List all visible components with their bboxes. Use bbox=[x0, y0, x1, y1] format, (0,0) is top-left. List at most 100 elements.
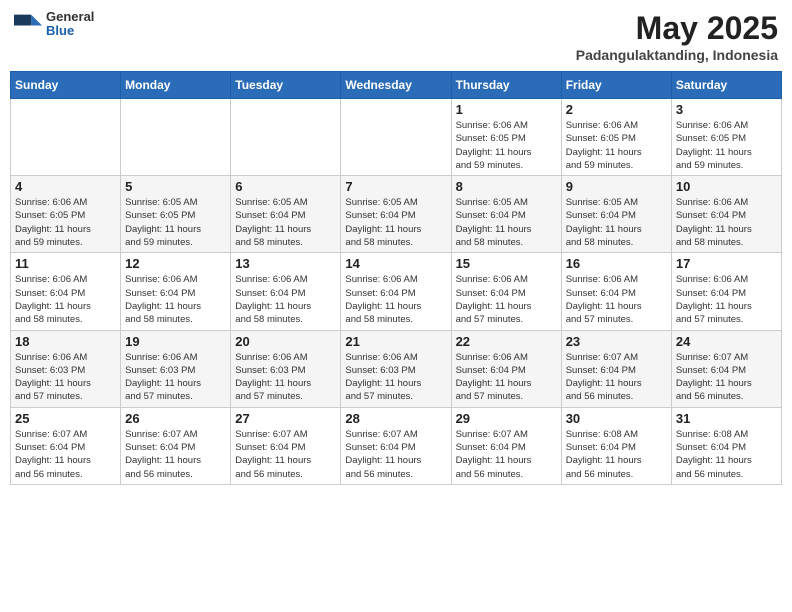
day-number: 23 bbox=[566, 334, 667, 349]
calendar-week-4: 18 Sunrise: 6:06 AMSunset: 6:03 PMDayligh… bbox=[11, 330, 782, 407]
day-number: 11 bbox=[15, 256, 116, 271]
calendar-week-3: 11 Sunrise: 6:06 AMSunset: 6:04 PMDayligh… bbox=[11, 253, 782, 330]
day-number: 18 bbox=[15, 334, 116, 349]
calendar-cell: 24Sunrise: 6:07 AMSunset: 6:04 PMDayligh… bbox=[671, 330, 781, 407]
day-number: 10 bbox=[676, 179, 777, 194]
day-number: 1 bbox=[456, 102, 557, 117]
weekday-header-sunday: Sunday bbox=[11, 72, 121, 99]
day-number: 31 bbox=[676, 411, 777, 426]
month-title: May 2025 bbox=[576, 10, 778, 47]
day-info: Sunrise: 6:06 AMSunset: 6:03 PMDaylight:… bbox=[125, 351, 226, 404]
calendar-cell bbox=[341, 99, 451, 176]
calendar-cell: 19 Sunrise: 6:06 AMSunset: 6:03 PMDayligh… bbox=[121, 330, 231, 407]
logo-blue-text: Blue bbox=[46, 24, 94, 38]
day-number: 27 bbox=[235, 411, 336, 426]
logo-text: General Blue bbox=[46, 10, 94, 39]
calendar-cell: 23 Sunrise: 6:07 AMSunset: 6:04 PMDayligh… bbox=[561, 330, 671, 407]
day-info: Sunrise: 6:07 AMSunset: 6:04 PMDaylight:… bbox=[676, 351, 777, 404]
calendar-cell: 11 Sunrise: 6:06 AMSunset: 6:04 PMDayligh… bbox=[11, 253, 121, 330]
calendar-week-2: 4 Sunrise: 6:06 AMSunset: 6:05 PMDaylight… bbox=[11, 176, 782, 253]
calendar-cell: 28Sunrise: 6:07 AMSunset: 6:04 PMDayligh… bbox=[341, 407, 451, 484]
day-number: 8 bbox=[456, 179, 557, 194]
day-info: Sunrise: 6:06 AMSunset: 6:04 PMDaylight:… bbox=[676, 196, 777, 249]
day-number: 16 bbox=[566, 256, 667, 271]
calendar-cell: 16Sunrise: 6:06 AMSunset: 6:04 PMDayligh… bbox=[561, 253, 671, 330]
calendar-cell: 29 Sunrise: 6:07 AMSunset: 6:04 PMDayligh… bbox=[451, 407, 561, 484]
day-info: Sunrise: 6:06 AMSunset: 6:05 PMDaylight:… bbox=[676, 119, 777, 172]
day-info: Sunrise: 6:06 AMSunset: 6:04 PMDaylight:… bbox=[676, 273, 777, 326]
day-number: 3 bbox=[676, 102, 777, 117]
day-info: Sunrise: 6:07 AMSunset: 6:04 PMDaylight:… bbox=[566, 351, 667, 404]
day-info: Sunrise: 6:05 AMSunset: 6:05 PMDaylight:… bbox=[125, 196, 226, 249]
weekday-header-saturday: Saturday bbox=[671, 72, 781, 99]
day-info: Sunrise: 6:05 AMSunset: 6:04 PMDaylight:… bbox=[456, 196, 557, 249]
day-number: 22 bbox=[456, 334, 557, 349]
day-info: Sunrise: 6:06 AMSunset: 6:04 PMDaylight:… bbox=[235, 273, 336, 326]
calendar-cell: 15Sunrise: 6:06 AMSunset: 6:04 PMDayligh… bbox=[451, 253, 561, 330]
day-number: 26 bbox=[125, 411, 226, 426]
day-number: 7 bbox=[345, 179, 446, 194]
day-number: 19 bbox=[125, 334, 226, 349]
calendar-cell: 26Sunrise: 6:07 AMSunset: 6:04 PMDayligh… bbox=[121, 407, 231, 484]
calendar-cell: 6Sunrise: 6:05 AMSunset: 6:04 PMDaylight… bbox=[231, 176, 341, 253]
calendar-cell: 20Sunrise: 6:06 AMSunset: 6:03 PMDayligh… bbox=[231, 330, 341, 407]
calendar-cell: 30Sunrise: 6:08 AMSunset: 6:04 PMDayligh… bbox=[561, 407, 671, 484]
day-info: Sunrise: 6:07 AMSunset: 6:04 PMDaylight:… bbox=[235, 428, 336, 481]
day-info: Sunrise: 6:06 AMSunset: 6:05 PMDaylight:… bbox=[456, 119, 557, 172]
day-info: Sunrise: 6:06 AMSunset: 6:04 PMDaylight:… bbox=[15, 273, 116, 326]
day-number: 17 bbox=[676, 256, 777, 271]
weekday-header-friday: Friday bbox=[561, 72, 671, 99]
calendar-cell: 12 Sunrise: 6:06 AMSunset: 6:04 PMDayligh… bbox=[121, 253, 231, 330]
calendar-cell bbox=[121, 99, 231, 176]
calendar-cell: 9 Sunrise: 6:05 AMSunset: 6:04 PMDaylight… bbox=[561, 176, 671, 253]
title-block: May 2025 Padangulaktanding, Indonesia bbox=[576, 10, 778, 63]
day-info: Sunrise: 6:07 AMSunset: 6:04 PMDaylight:… bbox=[15, 428, 116, 481]
calendar-cell: 3 Sunrise: 6:06 AMSunset: 6:05 PMDaylight… bbox=[671, 99, 781, 176]
calendar-cell: 22 Sunrise: 6:06 AMSunset: 6:04 PMDayligh… bbox=[451, 330, 561, 407]
day-info: Sunrise: 6:06 AMSunset: 6:05 PMDaylight:… bbox=[15, 196, 116, 249]
day-number: 13 bbox=[235, 256, 336, 271]
day-number: 21 bbox=[345, 334, 446, 349]
day-number: 28 bbox=[345, 411, 446, 426]
calendar-cell: 2Sunrise: 6:06 AMSunset: 6:05 PMDaylight… bbox=[561, 99, 671, 176]
calendar-week-5: 25 Sunrise: 6:07 AMSunset: 6:04 PMDayligh… bbox=[11, 407, 782, 484]
calendar-cell bbox=[11, 99, 121, 176]
calendar-cell: 4 Sunrise: 6:06 AMSunset: 6:05 PMDaylight… bbox=[11, 176, 121, 253]
weekday-header-row: SundayMondayTuesdayWednesdayThursdayFrid… bbox=[11, 72, 782, 99]
calendar-cell: 31Sunrise: 6:08 AMSunset: 6:04 PMDayligh… bbox=[671, 407, 781, 484]
calendar-cell: 8 Sunrise: 6:05 AMSunset: 6:04 PMDaylight… bbox=[451, 176, 561, 253]
calendar-cell: 10 Sunrise: 6:06 AMSunset: 6:04 PMDayligh… bbox=[671, 176, 781, 253]
calendar-cell: 7 Sunrise: 6:05 AMSunset: 6:04 PMDaylight… bbox=[341, 176, 451, 253]
day-number: 25 bbox=[15, 411, 116, 426]
day-number: 20 bbox=[235, 334, 336, 349]
day-info: Sunrise: 6:06 AMSunset: 6:04 PMDaylight:… bbox=[125, 273, 226, 326]
day-info: Sunrise: 6:05 AMSunset: 6:04 PMDaylight:… bbox=[566, 196, 667, 249]
day-info: Sunrise: 6:06 AMSunset: 6:04 PMDaylight:… bbox=[456, 351, 557, 404]
day-info: Sunrise: 6:06 AMSunset: 6:04 PMDaylight:… bbox=[345, 273, 446, 326]
day-number: 4 bbox=[15, 179, 116, 194]
day-number: 29 bbox=[456, 411, 557, 426]
calendar-week-1: 1 Sunrise: 6:06 AMSunset: 6:05 PMDaylight… bbox=[11, 99, 782, 176]
logo-icon bbox=[14, 10, 42, 38]
calendar-cell: 1 Sunrise: 6:06 AMSunset: 6:05 PMDaylight… bbox=[451, 99, 561, 176]
day-number: 12 bbox=[125, 256, 226, 271]
day-info: Sunrise: 6:06 AMSunset: 6:04 PMDaylight:… bbox=[456, 273, 557, 326]
day-number: 9 bbox=[566, 179, 667, 194]
weekday-header-monday: Monday bbox=[121, 72, 231, 99]
calendar-cell: 13 Sunrise: 6:06 AMSunset: 6:04 PMDayligh… bbox=[231, 253, 341, 330]
calendar-cell: 27 Sunrise: 6:07 AMSunset: 6:04 PMDayligh… bbox=[231, 407, 341, 484]
weekday-header-wednesday: Wednesday bbox=[341, 72, 451, 99]
day-info: Sunrise: 6:06 AMSunset: 6:03 PMDaylight:… bbox=[15, 351, 116, 404]
day-info: Sunrise: 6:06 AMSunset: 6:05 PMDaylight:… bbox=[566, 119, 667, 172]
calendar-cell: 18 Sunrise: 6:06 AMSunset: 6:03 PMDayligh… bbox=[11, 330, 121, 407]
logo-general-text: General bbox=[46, 10, 94, 24]
day-info: Sunrise: 6:06 AMSunset: 6:03 PMDaylight:… bbox=[345, 351, 446, 404]
day-number: 6 bbox=[235, 179, 336, 194]
logo: General Blue bbox=[14, 10, 94, 39]
weekday-header-thursday: Thursday bbox=[451, 72, 561, 99]
page-header: General Blue May 2025 Padangulaktanding,… bbox=[10, 10, 782, 63]
calendar-table: SundayMondayTuesdayWednesdayThursdayFrid… bbox=[10, 71, 782, 485]
day-info: Sunrise: 6:05 AMSunset: 6:04 PMDaylight:… bbox=[345, 196, 446, 249]
day-info: Sunrise: 6:08 AMSunset: 6:04 PMDaylight:… bbox=[566, 428, 667, 481]
day-info: Sunrise: 6:07 AMSunset: 6:04 PMDaylight:… bbox=[456, 428, 557, 481]
